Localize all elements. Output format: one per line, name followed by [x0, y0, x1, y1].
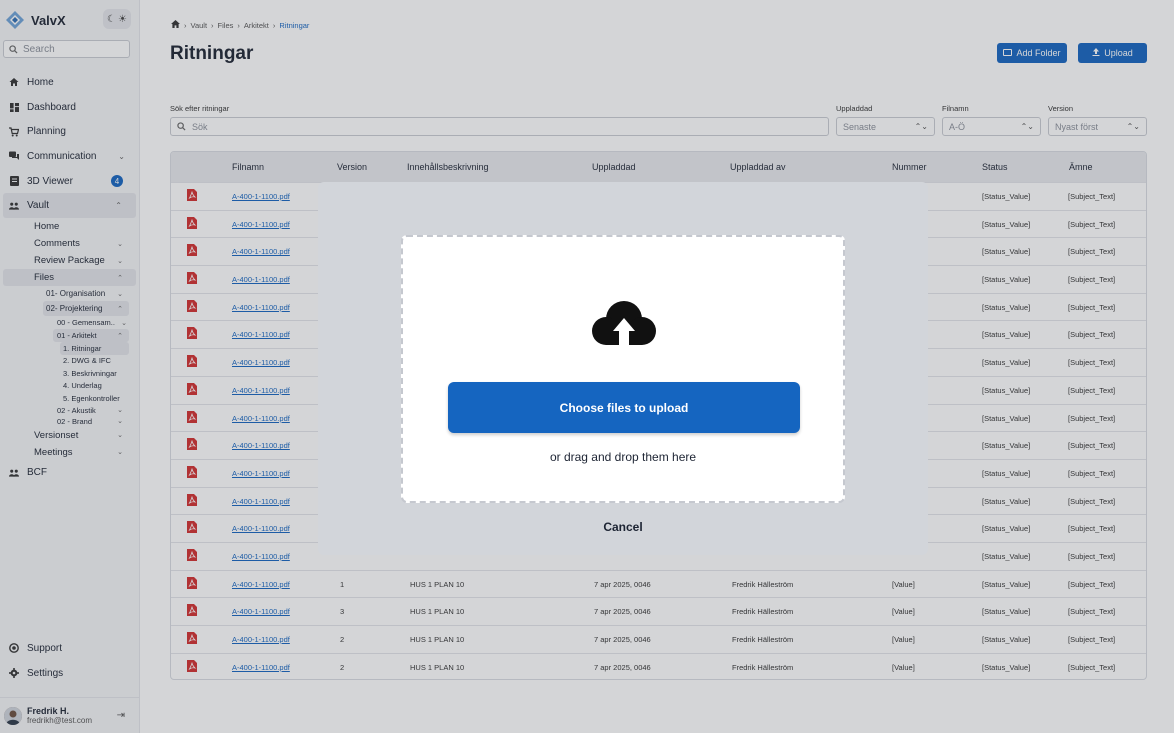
- drop-zone[interactable]: Choose files to upload or drag and drop …: [401, 235, 845, 503]
- cancel-button[interactable]: Cancel: [573, 520, 673, 534]
- cloud-upload-icon: [592, 301, 656, 349]
- drag-drop-hint: or drag and drop them here: [549, 450, 697, 464]
- choose-files-button[interactable]: Choose files to upload: [448, 382, 800, 433]
- upload-modal: Choose files to upload or drag and drop …: [318, 182, 928, 555]
